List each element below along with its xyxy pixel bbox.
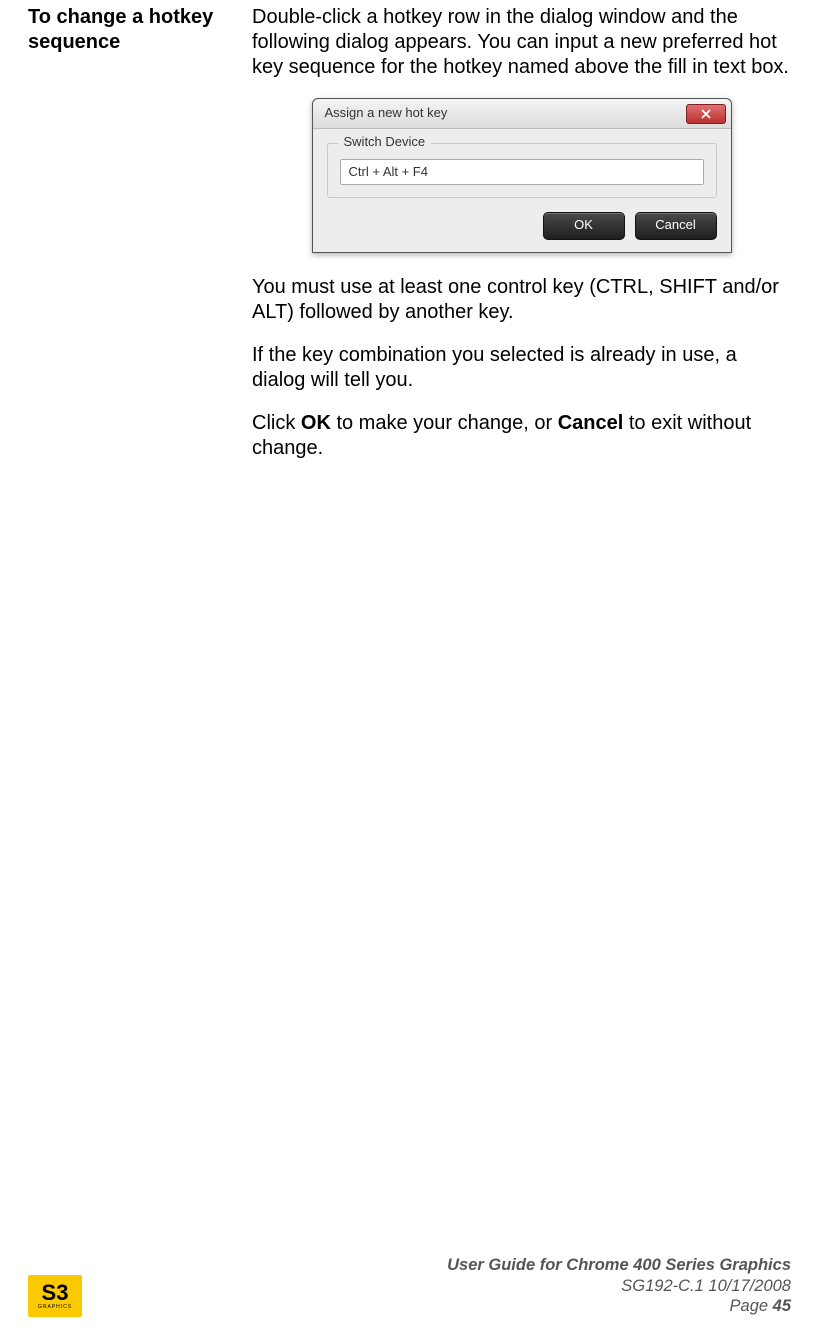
group-label: Switch Device (338, 134, 432, 150)
logo-text: S3 (42, 1282, 69, 1304)
section-heading: To change a hotkey sequence (28, 5, 228, 55)
hotkey-group: Switch Device (327, 143, 717, 198)
dialog-buttons: OK Cancel (327, 212, 717, 240)
page-number: 45 (773, 1297, 791, 1315)
ok-word: OK (301, 412, 331, 434)
dialog-figure: Assign a new hot key Switch Device OK Ca… (252, 98, 791, 253)
footer-text: User Guide for Chrome 400 Series Graphic… (447, 1255, 791, 1317)
text-fragment: Click (252, 412, 301, 434)
footer-docid-date: SG192-C.1 10/17/2008 (447, 1276, 791, 1297)
page-label: Page (730, 1297, 773, 1315)
text-fragment: to make your change, or (331, 412, 558, 434)
close-icon (701, 109, 711, 119)
cancel-word: Cancel (558, 412, 624, 434)
paragraph-intro: Double-click a hotkey row in the dialog … (252, 5, 791, 80)
dialog-titlebar: Assign a new hot key (313, 99, 731, 129)
page-footer: S3 GRAPHICS User Guide for Chrome 400 Se… (0, 1255, 819, 1317)
dialog-body: Switch Device OK Cancel (313, 129, 731, 252)
s3-logo: S3 GRAPHICS (28, 1275, 82, 1317)
paragraph-ok-cancel: Click OK to make your change, or Cancel … (252, 411, 791, 461)
paragraph-control-key: You must use at least one control key (C… (252, 275, 791, 325)
footer-page: Page 45 (447, 1296, 791, 1317)
footer-title: User Guide for Chrome 400 Series Graphic… (447, 1255, 791, 1276)
assign-hotkey-dialog: Assign a new hot key Switch Device OK Ca… (312, 98, 732, 253)
close-button[interactable] (686, 104, 726, 124)
cancel-button[interactable]: Cancel (635, 212, 717, 240)
dialog-title: Assign a new hot key (325, 105, 448, 121)
hotkey-input[interactable] (340, 159, 704, 185)
paragraph-duplicate: If the key combination you selected is a… (252, 343, 791, 393)
logo-subtext: GRAPHICS (38, 1304, 72, 1310)
ok-button[interactable]: OK (543, 212, 625, 240)
